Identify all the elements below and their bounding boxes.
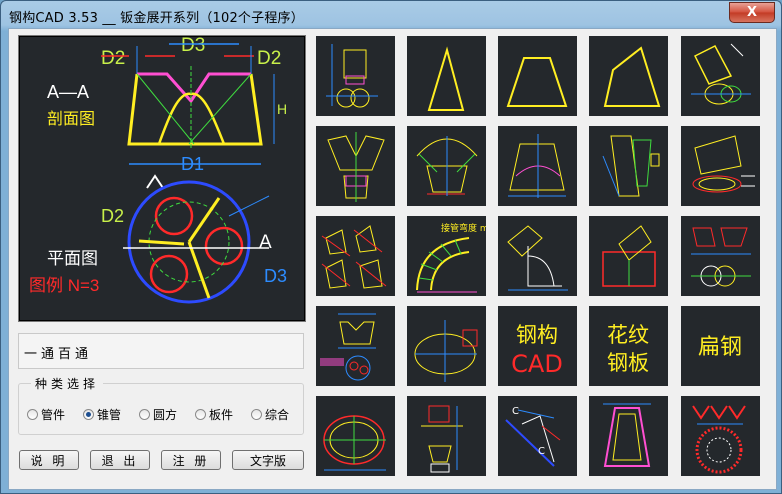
radio-circle-icon xyxy=(251,409,262,420)
elbow-label: 接管弯度 m=8 xyxy=(441,222,486,234)
cad-label: CAD xyxy=(511,350,563,378)
section-subtitle: 剖面图 xyxy=(47,110,95,128)
text-version-button[interactable]: 文字版 xyxy=(232,450,304,470)
preview-panel: D2 D3 D2 A—A 剖面图 H D1 D2 D3 A 平面图 图例 N=3 xyxy=(18,35,306,322)
radio-zonghe[interactable]: 综合 xyxy=(251,406,289,423)
dim-d2-right-label: D2 xyxy=(257,48,281,69)
status-panel: 一通百通 xyxy=(18,333,304,369)
program-thumb-15[interactable] xyxy=(681,216,760,296)
radio-guanjian[interactable]: 管件 xyxy=(27,406,65,423)
program-thumb-6[interactable] xyxy=(316,126,395,206)
dim-d1-label: D1 xyxy=(181,154,204,174)
plan-title: 平面图 xyxy=(47,249,98,268)
huawen-label: 花纹 xyxy=(607,323,649,347)
program-thumb-gangou-cad[interactable]: 钢构 CAD xyxy=(498,306,577,386)
program-thumb-biangang[interactable]: 扁钢 xyxy=(681,306,760,386)
exit-button[interactable]: 退 出 xyxy=(90,450,150,470)
radio-label: 综合 xyxy=(265,408,290,422)
radio-label: 板件 xyxy=(209,408,234,422)
plan-caption: 图例 N=3 xyxy=(29,276,99,295)
program-thumb-12[interactable]: 接管弯度 m=8 xyxy=(407,216,486,296)
program-thumb-2[interactable] xyxy=(407,36,486,116)
program-thumb-13[interactable] xyxy=(498,216,577,296)
radio-label: 管件 xyxy=(41,408,66,422)
status-text: 一通百通 xyxy=(24,347,93,362)
program-thumb-8[interactable] xyxy=(498,126,577,206)
program-thumb-5[interactable] xyxy=(681,36,760,116)
client-area: D2 D3 D2 A—A 剖面图 H D1 D2 D3 A 平面图 图例 N=3… xyxy=(8,28,777,490)
category-group: 种类选择 管件 锥管 圆方 板件 综合 xyxy=(18,375,304,435)
dim-d2-left-label: D2 xyxy=(101,48,125,69)
gangou-label: 钢构 xyxy=(516,323,558,347)
program-thumb-1[interactable] xyxy=(316,36,395,116)
program-thumb-7[interactable] xyxy=(407,126,486,206)
program-thumb-huawen-gangban[interactable]: 花纹 钢板 xyxy=(589,306,668,386)
dim-h-label: H xyxy=(277,101,287,117)
program-thumb-11[interactable] xyxy=(316,216,395,296)
biangang-label: 扁钢 xyxy=(698,335,742,360)
radio-label: 锥管 xyxy=(97,408,122,422)
program-thumb-3[interactable] xyxy=(498,36,577,116)
section-title: A—A xyxy=(47,82,89,102)
window-title: 钢构CAD 3.53 __ 钣金展开系列（102个子程序） xyxy=(9,11,304,26)
program-thumb-17[interactable] xyxy=(407,306,486,386)
radio-yuanfang[interactable]: 圆方 xyxy=(139,406,177,423)
register-button[interactable]: 注 册 xyxy=(161,450,221,470)
help-button[interactable]: 说 明 xyxy=(19,450,79,470)
radio-circle-icon xyxy=(27,409,38,420)
dim-d3-label: D3 xyxy=(181,36,205,56)
mark-a-label: A xyxy=(259,232,272,253)
svg-text:C: C xyxy=(512,406,519,417)
program-thumb-14[interactable] xyxy=(589,216,668,296)
program-thumb-10[interactable] xyxy=(681,126,760,206)
program-thumb-24[interactable] xyxy=(589,396,668,476)
gangban-label: 钢板 xyxy=(607,351,649,375)
radio-circle-icon xyxy=(139,409,150,420)
program-thumb-21[interactable] xyxy=(316,396,395,476)
svg-text:C: C xyxy=(538,446,545,457)
close-button[interactable]: X xyxy=(729,2,775,23)
program-thumb-4[interactable] xyxy=(589,36,668,116)
program-thumb-9[interactable] xyxy=(589,126,668,206)
program-thumb-22[interactable] xyxy=(407,396,486,476)
plan-d3-label: D3 xyxy=(264,266,287,286)
program-thumb-23[interactable]: CC xyxy=(498,396,577,476)
app-window: 钢构CAD 3.53 __ 钣金展开系列（102个子程序） X D2 D3 D2 xyxy=(0,0,782,494)
radio-circle-icon xyxy=(195,409,206,420)
radio-banjian[interactable]: 板件 xyxy=(195,406,233,423)
program-thumb-25[interactable] xyxy=(681,396,760,476)
radio-label: 圆方 xyxy=(153,408,178,422)
radio-selected-icon xyxy=(83,409,94,420)
radio-zhuiguan[interactable]: 锥管 xyxy=(83,406,121,423)
program-thumb-16[interactable] xyxy=(316,306,395,386)
close-icon: X xyxy=(746,5,758,20)
category-legend: 种类选择 xyxy=(31,375,104,392)
plan-d2-label: D2 xyxy=(101,206,124,226)
